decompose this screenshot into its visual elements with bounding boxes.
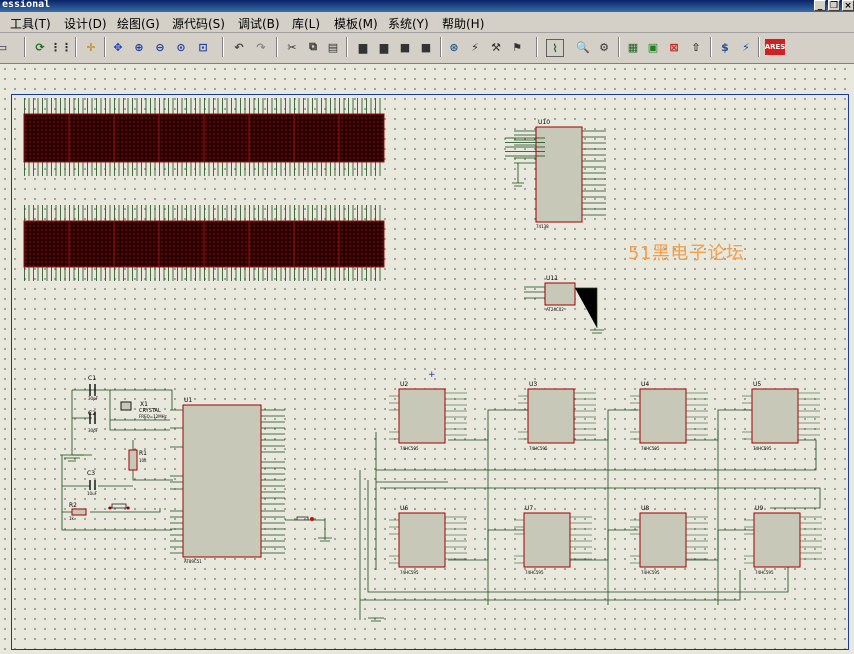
u2-ref: U2 [400, 381, 408, 388]
shift-register-u5[interactable]: U5 74HC595 [742, 381, 820, 451]
watermark-text: 51黑电子论坛 [628, 243, 745, 264]
x1-freq: FREQ=12MHz [139, 414, 167, 419]
led-matrix-bottom[interactable] [23, 205, 385, 281]
u4-ref: U4 [641, 381, 649, 388]
u10-ref: U10 [538, 119, 550, 126]
u7-ref: U7 [525, 505, 533, 512]
led-matrix-top[interactable] [23, 98, 385, 176]
u11-chip[interactable]: U11 AT24C02 [524, 275, 604, 334]
u3-part: 74HC595 [529, 446, 548, 451]
u8-ref: U8 [641, 505, 649, 512]
shift-register-u8[interactable]: U8 74HC595 [630, 505, 708, 575]
u1-part: AT89C51 [184, 559, 202, 564]
u10-part: 74138 [536, 224, 549, 229]
u6-part: 74HC595 [400, 570, 419, 575]
u9-ref: U9 [755, 505, 763, 512]
shift-register-u9[interactable]: U9 74HC595 [744, 505, 822, 575]
r1-ref: R1 [139, 450, 147, 457]
u8-part: 74HC595 [641, 570, 660, 575]
u11-part: AT24C02 [546, 307, 564, 312]
u1-mcu[interactable]: U1 AT89C51 [170, 397, 285, 564]
c2-ref: C2 [88, 410, 96, 417]
u5-part: 74HC595 [753, 446, 772, 451]
u4-part: 74HC595 [641, 446, 660, 451]
c1-value: 30pF [88, 396, 99, 401]
c3-value: 10uF [87, 491, 98, 496]
u11-ref: U11 [546, 275, 558, 282]
shift-register-u3[interactable]: U3 74HC595 [518, 381, 596, 451]
u5-ref: U5 [753, 381, 761, 388]
r1-value: 10k [139, 458, 147, 463]
shift-register-u7[interactable]: U7 74HC595 [514, 505, 592, 575]
u1-ref: U1 [184, 397, 192, 404]
shift-register-u4[interactable]: U4 74HC595 [630, 381, 708, 451]
shift-register-u6[interactable]: U6 74HC595 [389, 505, 467, 575]
u3-ref: U3 [529, 381, 537, 388]
c2-value: 30pF [88, 428, 99, 433]
r2-ref: R2 [69, 502, 77, 509]
oscillator-circuit[interactable]: C1 30pF C2 30pF X1 CRYSTAL FREQ=12MHz [60, 375, 173, 462]
x1-ref: X1 [140, 401, 148, 408]
u2-part: 74HC595 [400, 446, 419, 451]
speaker-switch[interactable] [285, 516, 332, 542]
u7-part: 74HC595 [525, 570, 544, 575]
u10-chip[interactable]: U10 74138 [505, 119, 606, 229]
c1-ref: C1 [88, 375, 96, 382]
u9-part: 74HC595 [755, 570, 774, 575]
u6-ref: U6 [400, 505, 408, 512]
c3-ref: C3 [87, 470, 95, 477]
reset-circuit[interactable]: R1 10k C3 10uF R2 1k [61, 440, 173, 531]
shift-register-u2[interactable]: U2 74HC595 [389, 381, 467, 451]
schematic-drawing: U10 74138 U11 AT24C02 U1 AT89C51 C1 30pF… [23, 98, 822, 622]
r2-value: 1k [69, 516, 75, 521]
cursor-cross-icon: + [428, 370, 436, 380]
